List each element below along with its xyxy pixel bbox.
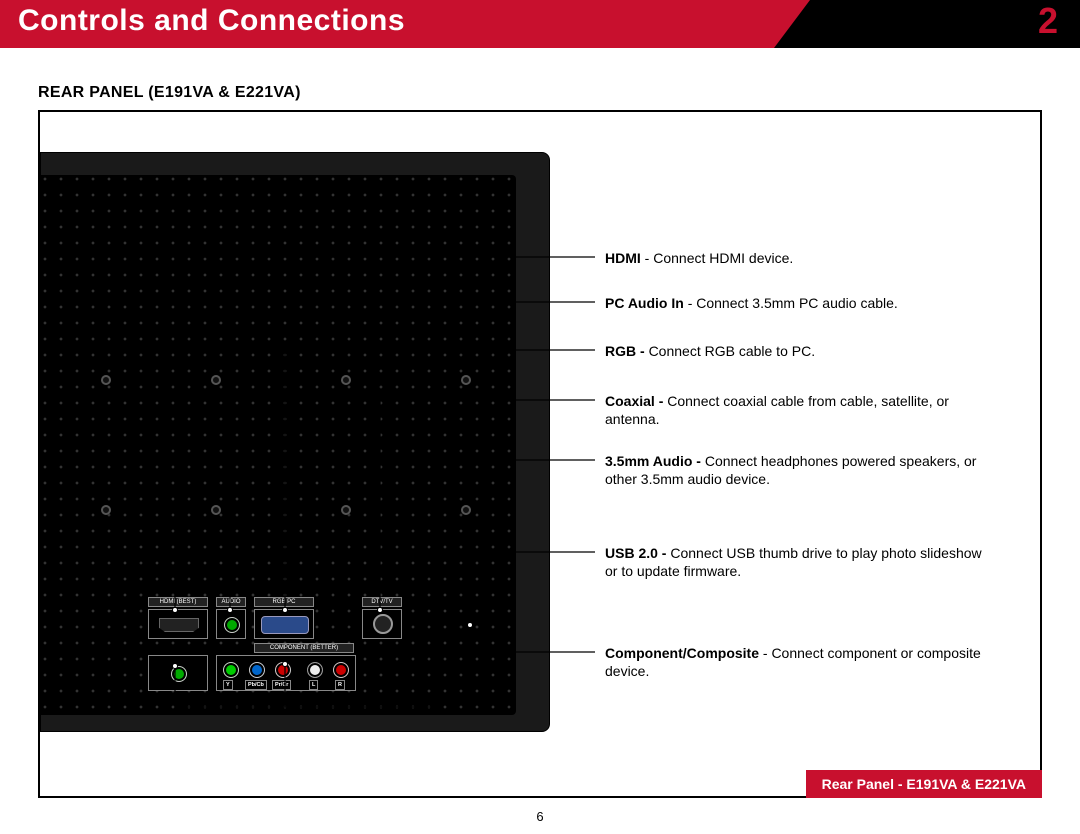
callout-coax: Coaxial - Connect coaxial cable from cab… — [605, 392, 985, 428]
leader-dot — [467, 622, 473, 628]
callout-component: Component/Composite - Connect component … — [605, 644, 985, 680]
page-number: 6 — [0, 809, 1080, 824]
callout-pcaudio: PC Audio In - Connect 3.5mm PC audio cab… — [605, 294, 898, 312]
section-subhead: REAR PANEL (E191VA & E221VA) — [38, 84, 301, 102]
callout-rgb-bold: RGB - — [605, 343, 649, 359]
leader-dot — [172, 663, 178, 669]
leader-dot — [227, 607, 233, 613]
callout-coax-bold: Coaxial - — [605, 393, 667, 409]
callout-pcaudio-bold: PC Audio In — [605, 295, 684, 311]
page-header: Controls and Connections 2 — [0, 0, 1080, 48]
diagram-frame: HDMI (BEST) AUDIO RGB PC DTV/TV COMPONE — [38, 110, 1042, 798]
figure-caption: Rear Panel - E191VA & E221VA — [806, 770, 1042, 798]
callout-comp-bold: Component/Composite — [605, 645, 759, 661]
leader-dot — [172, 607, 178, 613]
callout-pcaudio-text: - Connect 3.5mm PC audio cable. — [684, 295, 898, 311]
callout-rgb-text: Connect RGB cable to PC. — [649, 343, 816, 359]
callout-audio35: 3.5mm Audio - Connect headphones powered… — [605, 452, 985, 488]
callout-hdmi: HDMI - Connect HDMI device. — [605, 249, 793, 267]
callout-audio35-bold: 3.5mm Audio - — [605, 453, 705, 469]
callout-hdmi-text: - Connect HDMI device. — [641, 250, 794, 266]
callout-usb-bold: USB 2.0 - — [605, 545, 670, 561]
callout-rgb: RGB - Connect RGB cable to PC. — [605, 342, 815, 360]
leader-dot — [282, 607, 288, 613]
callout-hdmi-bold: HDMI — [605, 250, 641, 266]
leader-dot — [282, 661, 288, 667]
callout-usb: USB 2.0 - Connect USB thumb drive to pla… — [605, 544, 985, 580]
chapter-number: 2 — [1038, 0, 1058, 42]
leader-dot — [377, 607, 383, 613]
header-title: Controls and Connections — [18, 4, 405, 38]
